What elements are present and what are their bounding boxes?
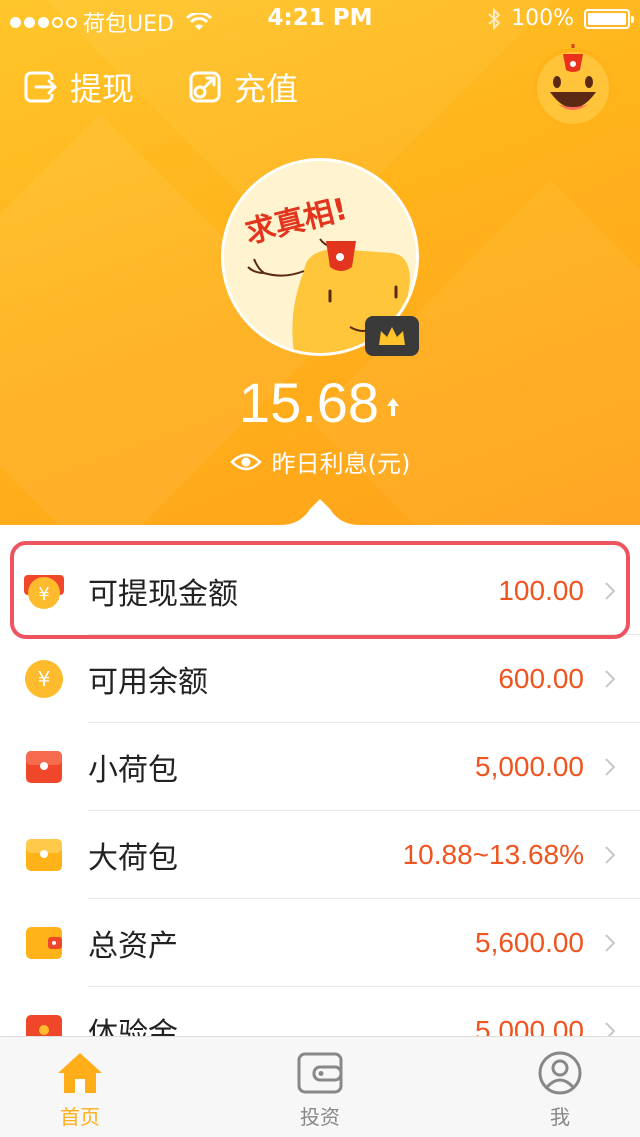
list-item[interactable]: 小荷包 5,000.00 <box>0 723 640 811</box>
battery-icon <box>584 8 634 29</box>
tab-label: 首页 <box>60 1105 100 1129</box>
eye-icon[interactable] <box>229 452 262 472</box>
status-bar: 荷包UED 4:21 PM 100% <box>0 0 640 40</box>
asset-list: ¥ 可提现金额 100.00 ¥ 可用余额 600.00 小荷包 5,000.0… <box>0 547 640 1075</box>
list-item[interactable]: 大荷包 10.88~13.68% <box>0 811 640 899</box>
withdraw-button[interactable]: 提现 <box>24 64 134 110</box>
chevron-right-icon <box>605 934 616 952</box>
list-item[interactable]: ¥ 可用余额 600.00 <box>0 635 640 723</box>
yen-wallet-icon: ¥ <box>24 575 64 609</box>
row-label: 大荷包 <box>88 841 178 876</box>
tab-bar: 首页 投资 我 <box>0 1036 640 1137</box>
tab-invest[interactable]: 投资 <box>260 1051 380 1130</box>
tab-label: 我 <box>550 1105 570 1129</box>
row-label: 可用余额 <box>88 665 208 700</box>
row-label: 小荷包 <box>88 753 178 788</box>
row-value: 5,600.00 <box>475 927 584 958</box>
hero-notch <box>0 499 640 525</box>
row-value: 100.00 <box>498 575 584 606</box>
withdraw-label: 提现 <box>70 70 135 108</box>
row-value: 600.00 <box>498 663 584 694</box>
hero-banner: 荷包UED 4:21 PM 100% 提现 充值 求真相! 15.68 昨日利息… <box>0 0 640 525</box>
home-icon <box>58 1053 102 1093</box>
svg-text:¥: ¥ <box>38 667 51 691</box>
list-item[interactable]: ¥ 可提现金额 100.00 <box>0 547 640 635</box>
small-wallet-icon <box>26 751 62 783</box>
bluetooth-icon <box>488 7 501 30</box>
recharge-label: 充值 <box>234 70 299 108</box>
big-wallet-icon <box>26 839 62 871</box>
up-arrow-icon <box>387 398 400 417</box>
row-value: 10.88~13.68% <box>402 839 584 870</box>
interest-value: 15.68 <box>238 371 380 434</box>
user-icon <box>538 1051 582 1095</box>
list-item[interactable]: 总资产 5,600.00 <box>0 899 640 987</box>
mascot-icon[interactable] <box>530 44 616 130</box>
tab-home[interactable]: 首页 <box>20 1051 140 1130</box>
chevron-right-icon <box>605 758 616 776</box>
row-label: 可提现金额 <box>88 577 238 612</box>
tab-me[interactable]: 我 <box>500 1051 620 1130</box>
interest-caption: 昨日利息(元) <box>271 450 411 478</box>
yen-coin-icon: ¥ <box>25 660 63 698</box>
svg-text:¥: ¥ <box>38 584 49 605</box>
total-assets-icon <box>26 927 62 959</box>
recharge-button[interactable]: 充值 <box>188 64 298 110</box>
interest-caption-row[interactable]: 昨日利息(元) <box>0 444 640 479</box>
battery-percent: 100% <box>511 6 574 31</box>
vip-crown-icon <box>365 316 419 356</box>
recharge-icon <box>189 71 221 103</box>
row-label: 总资产 <box>88 929 178 964</box>
yesterday-interest-amount: 15.68 <box>0 370 640 435</box>
chevron-right-icon <box>605 582 616 600</box>
row-value: 5,000.00 <box>475 751 584 782</box>
chevron-right-icon <box>605 670 616 688</box>
withdraw-icon <box>24 71 57 103</box>
wallet-icon <box>297 1052 343 1094</box>
tab-label: 投资 <box>300 1105 340 1129</box>
chevron-right-icon <box>605 846 616 864</box>
